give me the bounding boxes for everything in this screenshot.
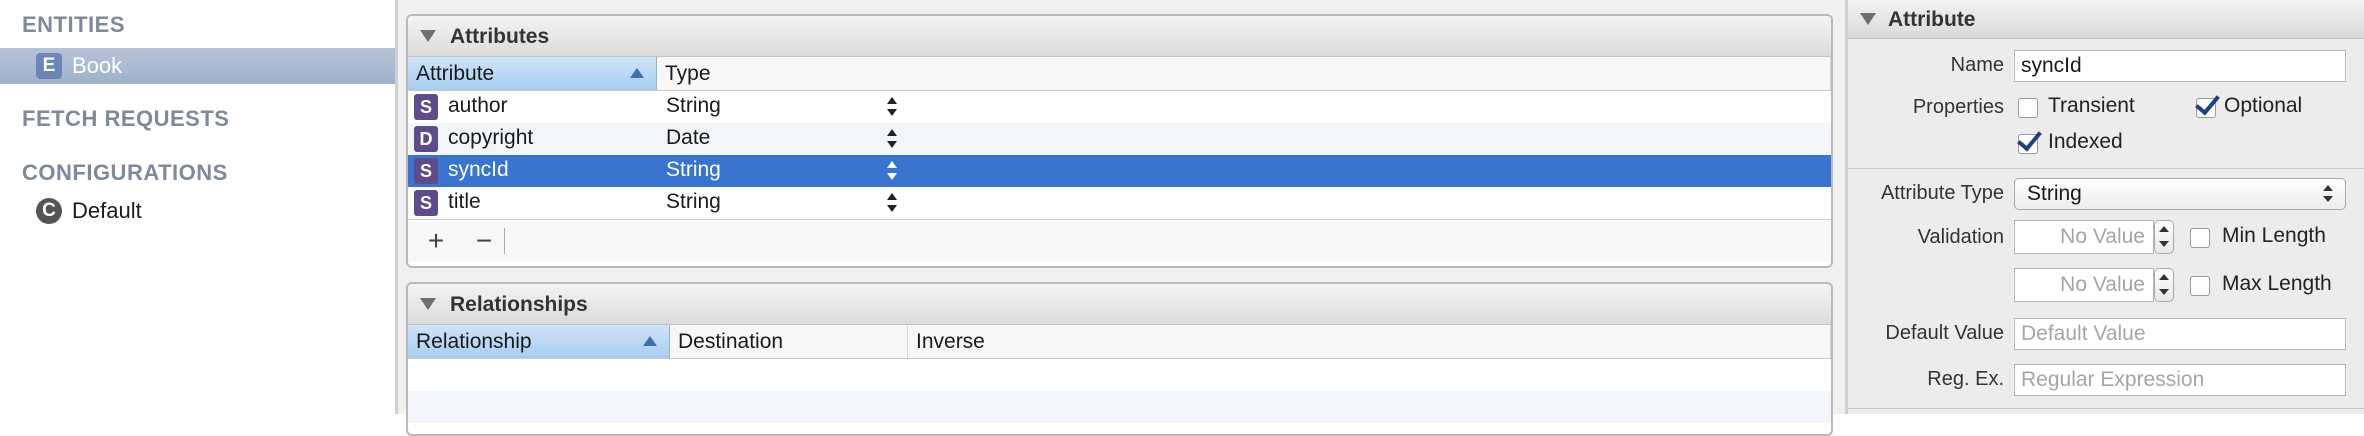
min-length-label: Min Length	[2222, 224, 2326, 247]
empty-table-row	[408, 391, 1831, 423]
fetch-requests-heading: FETCH REQUESTS	[22, 106, 230, 131]
type-popup-arrows-icon[interactable]	[886, 128, 898, 150]
attribute-type-value: String	[2027, 182, 2082, 205]
inspector-title: Attribute	[1888, 8, 1976, 31]
destination-column-header[interactable]: Destination	[670, 325, 908, 358]
transient-label: Transient	[2048, 94, 2135, 117]
indexed-label: Indexed	[2048, 130, 2123, 153]
disclosure-triangle-icon[interactable]	[1860, 13, 1876, 25]
name-label: Name	[1950, 54, 2004, 76]
string-type-icon: S	[414, 158, 438, 184]
popup-arrows-icon	[2323, 185, 2333, 203]
sort-ascending-icon	[643, 336, 657, 346]
table-row[interactable]: S title String	[408, 187, 1831, 219]
attributes-panel: Attributes Attribute Type S author Strin…	[406, 14, 1833, 268]
relationship-column-header[interactable]: Relationship	[408, 325, 670, 358]
add-attribute-button[interactable]: +	[416, 224, 456, 258]
attribute-column-label: Attribute	[416, 62, 495, 85]
inspector-separator	[1848, 408, 2364, 409]
disclosure-triangle-icon[interactable]	[420, 298, 436, 310]
type-column-label: Type	[665, 62, 711, 85]
attributes-panel-header[interactable]: Attributes	[408, 16, 1831, 57]
attribute-type: String	[666, 94, 721, 117]
remove-attribute-button[interactable]: −	[464, 224, 504, 258]
attribute-type: Date	[666, 126, 711, 149]
configuration-icon: C	[36, 198, 62, 224]
disclosure-triangle-icon[interactable]	[420, 30, 436, 42]
configurations-heading: CONFIGURATIONS	[22, 160, 228, 185]
default-value-label: Default Value	[1885, 322, 2004, 344]
default-value-field[interactable]: Default Value	[2014, 318, 2346, 350]
date-type-icon: D	[414, 126, 438, 152]
inspector-header[interactable]: Attribute	[1848, 0, 2364, 39]
max-length-field[interactable]: No Value	[2014, 268, 2154, 302]
min-length-field[interactable]: No Value	[2014, 220, 2154, 254]
attribute-type-label: Attribute Type	[1880, 182, 2004, 204]
relationship-column-label: Relationship	[416, 330, 532, 353]
name-field[interactable]: syncId	[2014, 50, 2346, 82]
attribute-type: String	[666, 158, 721, 181]
properties-label: Properties	[1912, 96, 2004, 118]
relationships-column-headers: Relationship Destination Inverse	[408, 325, 1831, 359]
type-popup-arrows-icon[interactable]	[886, 192, 898, 214]
entity-sidebar: ENTITIES E Book FETCH REQUESTS CONFIGURA…	[0, 0, 395, 414]
type-column-header[interactable]: Type	[657, 57, 1831, 90]
min-length-stepper[interactable]	[2154, 220, 2174, 254]
entities-heading: ENTITIES	[22, 12, 126, 37]
transient-checkbox[interactable]	[2018, 98, 2038, 118]
attributes-column-headers: Attribute Type	[408, 57, 1831, 91]
empty-table-row	[408, 359, 1831, 391]
inverse-column-label: Inverse	[916, 330, 985, 353]
checkmark-icon	[2195, 89, 2220, 116]
max-length-label: Max Length	[2222, 272, 2332, 295]
table-row-selected[interactable]: S syncId String	[408, 155, 1831, 187]
type-popup-arrows-icon[interactable]	[886, 96, 898, 118]
sidebar-item-book[interactable]: E Book	[0, 48, 395, 84]
table-row[interactable]: D copyright Date	[408, 123, 1831, 155]
entity-icon: E	[36, 53, 62, 79]
string-type-icon: S	[414, 94, 438, 120]
sort-ascending-icon	[630, 68, 644, 78]
sidebar-item-default[interactable]: Default	[72, 198, 142, 224]
attribute-name: syncId	[448, 158, 509, 181]
max-length-checkbox[interactable]	[2190, 276, 2210, 296]
attribute-inspector: Attribute Name syncId Properties Transie…	[1848, 0, 2364, 414]
table-row[interactable]: S author String	[408, 91, 1831, 123]
checkmark-icon	[2017, 125, 2042, 152]
attribute-type-popup[interactable]: String	[2014, 178, 2346, 210]
attribute-name: author	[448, 94, 508, 117]
attribute-column-header[interactable]: Attribute	[408, 57, 657, 90]
attribute-name: copyright	[448, 126, 534, 149]
relationships-title: Relationships	[450, 293, 588, 316]
entity-editor: Attributes Attribute Type S author Strin…	[398, 0, 1845, 436]
relationships-panel: Relationships Relationship Destination I…	[406, 282, 1833, 436]
attributes-title: Attributes	[450, 25, 550, 48]
optional-label: Optional	[2224, 94, 2303, 117]
destination-column-label: Destination	[678, 330, 784, 353]
inspector-separator	[1848, 168, 2364, 169]
regex-field[interactable]: Regular Expression	[2014, 364, 2346, 396]
validation-label: Validation	[1917, 226, 2004, 248]
max-length-stepper[interactable]	[2154, 268, 2174, 302]
entity-name: Book	[72, 53, 123, 78]
string-type-icon: S	[414, 190, 438, 216]
min-length-checkbox[interactable]	[2190, 228, 2210, 248]
toolbar-divider	[504, 228, 505, 254]
relationships-panel-header[interactable]: Relationships	[408, 284, 1831, 325]
attributes-table-footer: + −	[408, 219, 1831, 262]
attribute-type: String	[666, 190, 721, 213]
indexed-checkbox[interactable]	[2017, 125, 2042, 154]
type-popup-arrows-icon[interactable]	[886, 160, 898, 182]
inverse-column-header[interactable]: Inverse	[908, 325, 1831, 358]
attribute-name: title	[448, 190, 481, 213]
regex-label: Reg. Ex.	[1927, 368, 2004, 390]
optional-checkbox[interactable]	[2195, 89, 2220, 118]
